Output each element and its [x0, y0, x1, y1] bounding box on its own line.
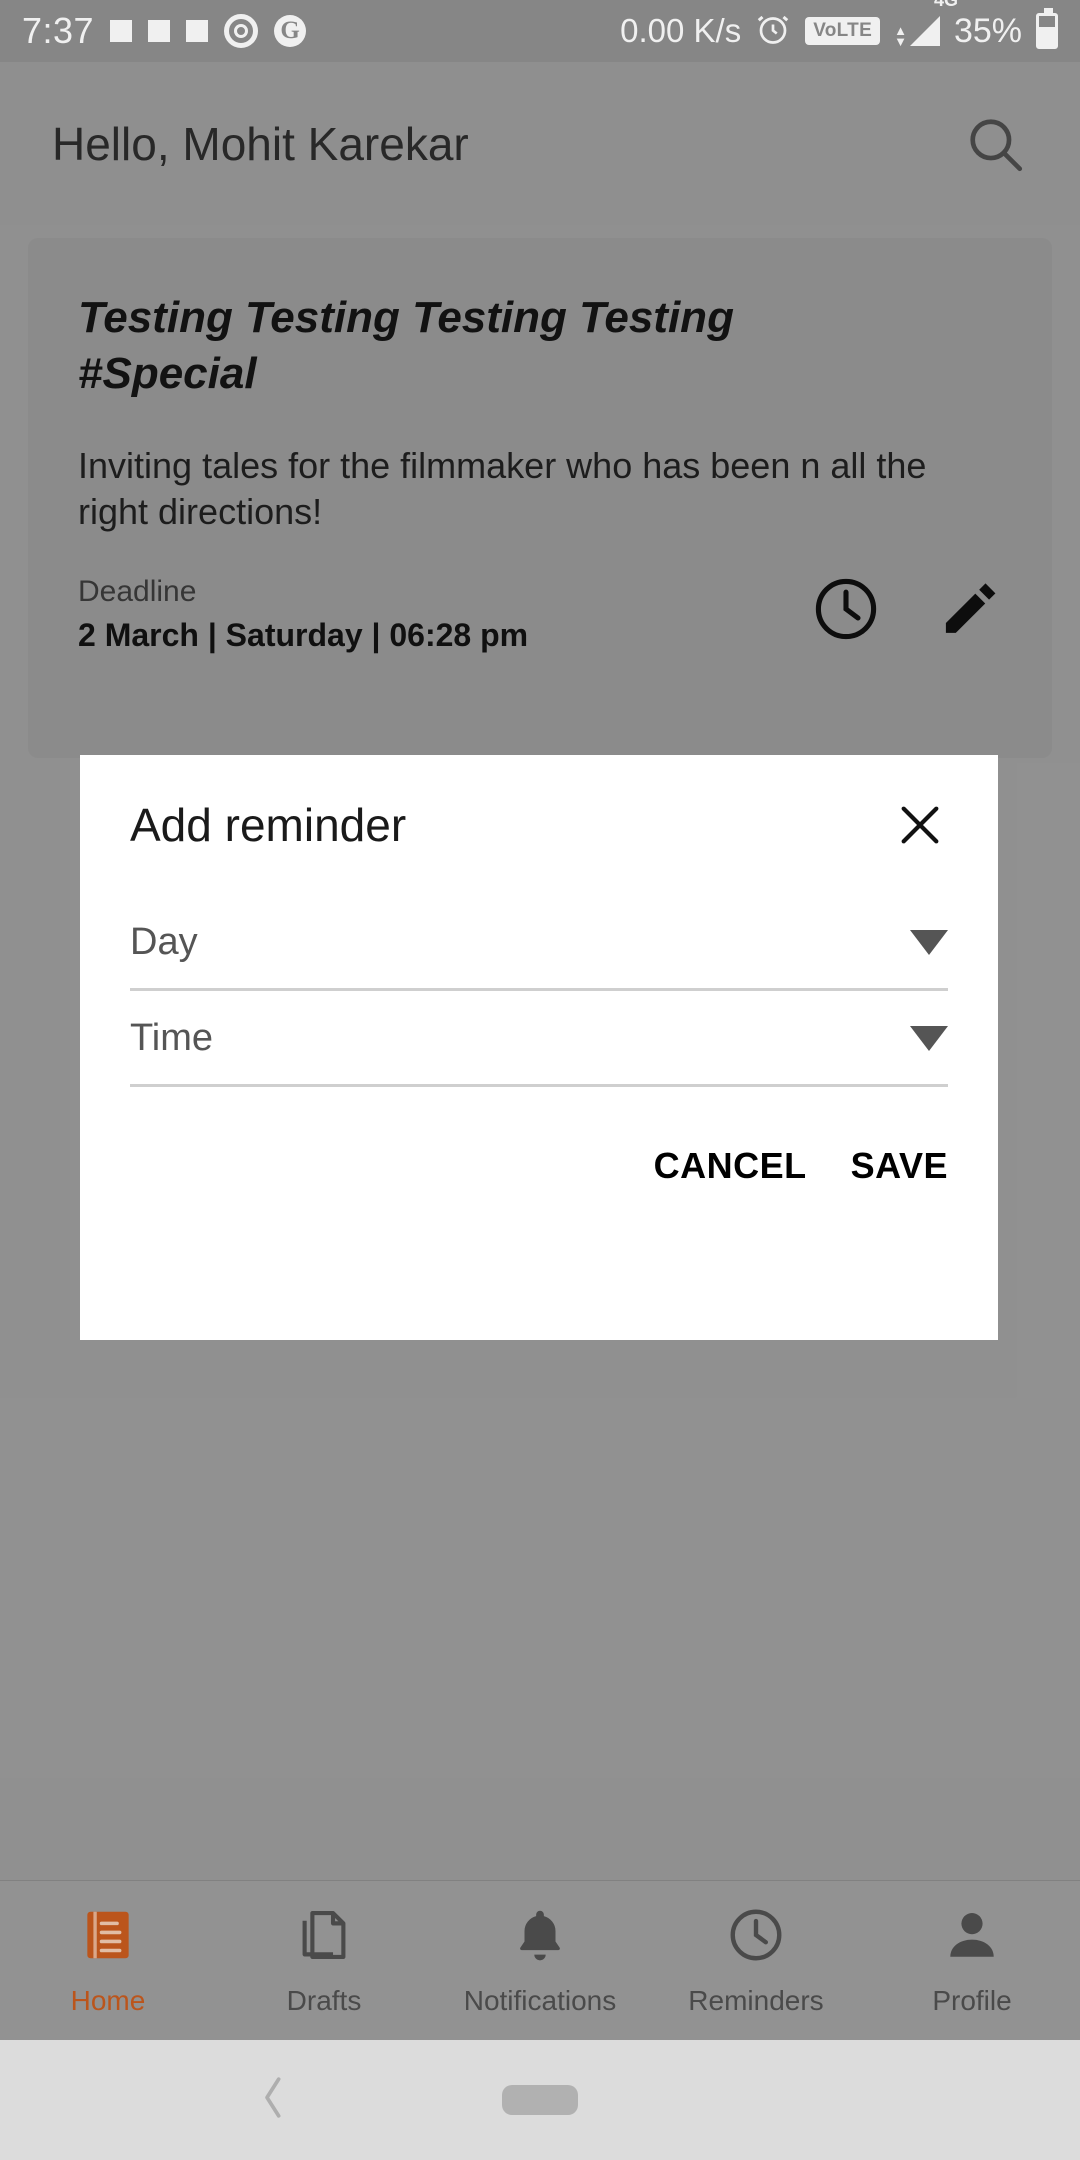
chevron-down-icon[interactable]: [910, 1026, 948, 1051]
day-field[interactable]: Day: [130, 895, 948, 991]
cancel-button[interactable]: CANCEL: [654, 1145, 807, 1187]
close-icon[interactable]: [892, 797, 948, 853]
save-button[interactable]: SAVE: [851, 1145, 948, 1187]
add-reminder-dialog: Add reminder Day Time CANCEL SAVE: [80, 755, 998, 1340]
time-field[interactable]: Time: [130, 991, 948, 1087]
dialog-title: Add reminder: [130, 799, 407, 851]
dialog-actions: CANCEL SAVE: [130, 1145, 948, 1187]
chevron-down-icon[interactable]: [910, 930, 948, 955]
time-field-label: Time: [130, 1017, 214, 1059]
day-field-label: Day: [130, 921, 198, 963]
time-field-underline: [130, 1084, 948, 1087]
dialog-header: Add reminder: [130, 755, 948, 895]
